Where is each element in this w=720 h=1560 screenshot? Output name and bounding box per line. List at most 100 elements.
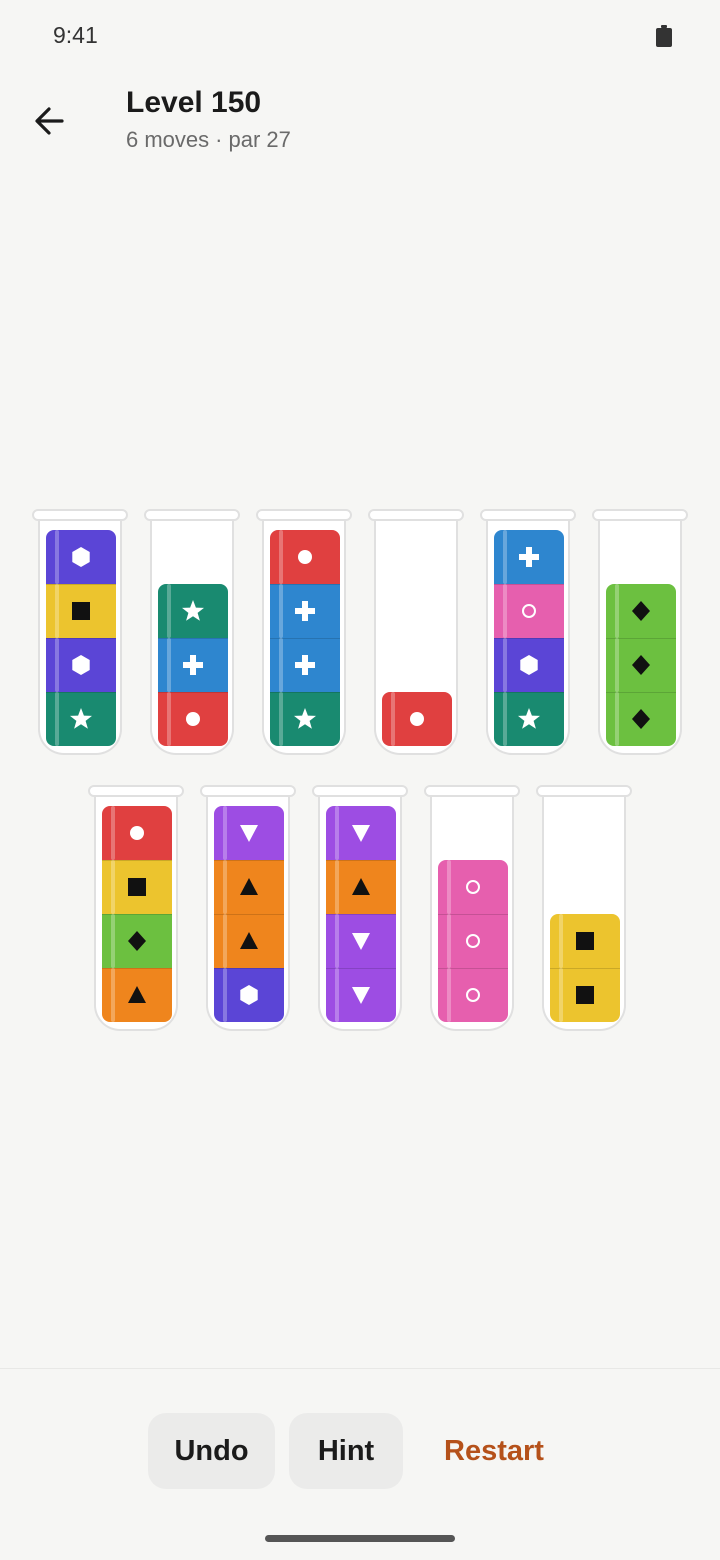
color-block-yellow xyxy=(46,584,116,638)
test-tube[interactable] xyxy=(312,785,408,1033)
tube-rim xyxy=(32,509,128,521)
color-block-blue xyxy=(270,584,340,638)
diamond-icon xyxy=(632,601,650,621)
test-tube[interactable] xyxy=(144,509,240,757)
tube-rim xyxy=(368,509,464,521)
star-icon xyxy=(182,600,204,621)
tube-blocks xyxy=(606,530,676,746)
color-block-violet xyxy=(326,806,396,860)
bottom-divider xyxy=(0,1368,720,1369)
tube-rim xyxy=(88,785,184,797)
hexagon-icon xyxy=(72,655,90,675)
plus-icon xyxy=(519,547,539,567)
test-tube[interactable] xyxy=(256,509,352,757)
triangle-down-icon xyxy=(352,825,370,842)
test-tube[interactable] xyxy=(424,785,520,1033)
color-block-teal xyxy=(158,584,228,638)
diamond-icon xyxy=(632,655,650,675)
tube-blocks xyxy=(326,806,396,1022)
restart-button[interactable]: Restart xyxy=(428,1413,560,1489)
ring-icon xyxy=(466,934,480,948)
test-tube[interactable] xyxy=(200,785,296,1033)
triangle-up-icon xyxy=(240,878,258,895)
undo-button[interactable]: Undo xyxy=(148,1413,275,1489)
color-block-pink xyxy=(438,968,508,1022)
test-tube[interactable] xyxy=(536,785,632,1033)
color-block-purple xyxy=(46,530,116,584)
star-icon xyxy=(294,708,316,729)
hexagon-icon xyxy=(72,547,90,567)
tube-rim xyxy=(536,785,632,797)
hexagon-icon xyxy=(240,985,258,1005)
hint-button[interactable]: Hint xyxy=(289,1413,403,1489)
square-icon xyxy=(72,602,90,620)
color-block-yellow xyxy=(550,968,620,1022)
tube-rim xyxy=(592,509,688,521)
color-block-orange xyxy=(214,860,284,914)
color-block-pink xyxy=(494,584,564,638)
triangle-down-icon xyxy=(352,933,370,950)
square-icon xyxy=(576,932,594,950)
color-block-purple xyxy=(46,638,116,692)
tube-rim xyxy=(200,785,296,797)
circle-icon xyxy=(298,550,312,564)
tube-blocks xyxy=(46,530,116,746)
tube-blocks xyxy=(102,806,172,1022)
plus-icon xyxy=(295,601,315,621)
plus-icon xyxy=(295,655,315,675)
color-block-pink xyxy=(438,914,508,968)
color-block-red xyxy=(270,530,340,584)
color-block-teal xyxy=(270,692,340,746)
color-block-violet xyxy=(326,968,396,1022)
ring-icon xyxy=(466,880,480,894)
color-block-teal xyxy=(46,692,116,746)
color-block-green xyxy=(606,584,676,638)
color-block-orange xyxy=(214,914,284,968)
tube-blocks xyxy=(494,530,564,746)
color-block-orange xyxy=(102,968,172,1022)
color-block-red xyxy=(382,692,452,746)
tube-rim xyxy=(312,785,408,797)
game-board xyxy=(0,0,720,1560)
color-block-purple xyxy=(214,968,284,1022)
ring-icon xyxy=(466,988,480,1002)
star-icon xyxy=(70,708,92,729)
tube-rim xyxy=(480,509,576,521)
circle-icon xyxy=(186,712,200,726)
tube-blocks xyxy=(438,806,508,1022)
test-tube[interactable] xyxy=(88,785,184,1033)
color-block-green xyxy=(102,914,172,968)
tube-rim xyxy=(424,785,520,797)
circle-icon xyxy=(410,712,424,726)
circle-icon xyxy=(130,826,144,840)
color-block-red xyxy=(102,806,172,860)
color-block-green xyxy=(606,692,676,746)
test-tube[interactable] xyxy=(480,509,576,757)
color-block-green xyxy=(606,638,676,692)
tube-rim xyxy=(256,509,352,521)
color-block-blue xyxy=(158,638,228,692)
star-icon xyxy=(518,708,540,729)
triangle-up-icon xyxy=(128,986,146,1003)
triangle-up-icon xyxy=(240,932,258,949)
tube-blocks xyxy=(214,806,284,1022)
hexagon-icon xyxy=(520,655,538,675)
color-block-orange xyxy=(326,860,396,914)
triangle-up-icon xyxy=(352,878,370,895)
home-indicator[interactable] xyxy=(265,1535,455,1542)
test-tube[interactable] xyxy=(592,509,688,757)
triangle-down-icon xyxy=(240,825,258,842)
color-block-violet xyxy=(214,806,284,860)
color-block-red xyxy=(158,692,228,746)
diamond-icon xyxy=(632,709,650,729)
ring-icon xyxy=(522,604,536,618)
color-block-teal xyxy=(494,692,564,746)
color-block-blue xyxy=(494,530,564,584)
test-tube[interactable] xyxy=(32,509,128,757)
color-block-purple xyxy=(494,638,564,692)
test-tube[interactable] xyxy=(368,509,464,757)
color-block-yellow xyxy=(550,914,620,968)
tube-blocks xyxy=(550,806,620,1022)
tube-blocks xyxy=(382,530,452,746)
tube-blocks xyxy=(270,530,340,746)
